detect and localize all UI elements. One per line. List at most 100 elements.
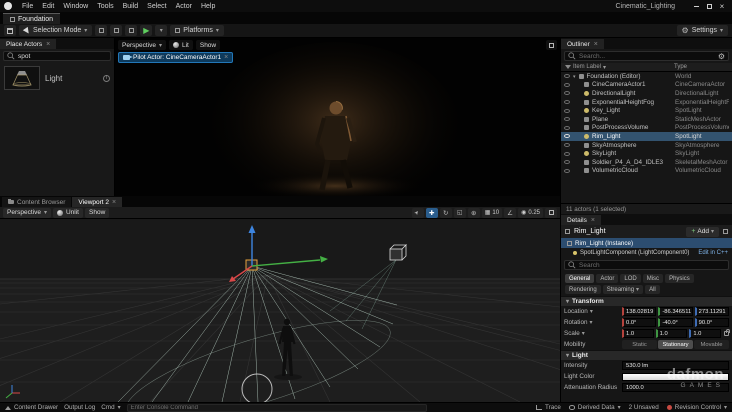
rotation-y-field[interactable]: -40.0° (658, 318, 693, 327)
tab-outliner[interactable]: Outliner (561, 39, 604, 49)
viewport1-lit-button[interactable]: Lit (168, 40, 193, 50)
cinematics-button[interactable] (125, 25, 138, 36)
viewport2-show-button[interactable]: Show (85, 207, 110, 218)
blueprints-button[interactable] (110, 25, 123, 36)
close-icon[interactable] (112, 199, 116, 206)
outliner-row-keylight[interactable]: Key_Light SpotLight (561, 106, 732, 115)
tab-misc[interactable]: Misc (642, 274, 664, 283)
tab-all[interactable]: All (645, 285, 660, 294)
viewport-2[interactable] (0, 219, 560, 402)
move-tool-button[interactable] (425, 207, 438, 218)
outliner-row-postprocess[interactable]: PostProcessVolume PostProcessVolume (561, 124, 732, 133)
viewport2-unlit-button[interactable]: Unlit (52, 207, 83, 218)
visibility-eye-icon[interactable] (564, 134, 570, 139)
outliner-row-foundation[interactable]: Foundation (Editor) World (561, 72, 732, 81)
scale-z-field[interactable]: 1.0 (689, 329, 722, 338)
location-x-field[interactable]: 138.02819 (622, 307, 657, 316)
info-icon[interactable]: i (103, 74, 110, 82)
viewport2-perspective-button[interactable]: Perspective (3, 207, 51, 218)
world-coordinate-button[interactable] (467, 207, 480, 218)
details-search[interactable] (564, 260, 729, 270)
visibility-eye-icon[interactable] (564, 160, 570, 165)
outliner-row-directionallight[interactable]: DirectionalLight DirectionalLight (561, 89, 732, 98)
tab-viewport-2[interactable]: Viewport 2 (72, 197, 123, 207)
component-row[interactable]: SpotLightComponent (LightComponent0) Edi… (561, 248, 732, 258)
outliner-row-soldier[interactable]: Soldier_P4_A_D4_IDLE3 SkeletalMeshActor (561, 158, 732, 167)
viewport2-maximize-button[interactable] (545, 207, 557, 218)
visibility-eye-icon[interactable] (564, 91, 570, 96)
derived-data-button[interactable]: Derived Data (568, 404, 621, 411)
rotation-z-field[interactable]: 90.0° (694, 318, 729, 327)
intensity-field[interactable]: 530.0 lm (622, 361, 729, 370)
camera-speed-button[interactable]: 0.25 (518, 207, 543, 218)
scale-tool-button[interactable] (453, 207, 466, 218)
level-tab-foundation[interactable]: Foundation (3, 13, 61, 24)
menu-edit[interactable]: Edit (38, 3, 58, 10)
scale-label[interactable]: Scale (564, 330, 620, 337)
rotate-tool-button[interactable] (439, 207, 452, 218)
close-button[interactable] (716, 1, 728, 11)
visibility-eye-icon[interactable] (564, 143, 570, 148)
browse-icon[interactable] (723, 229, 728, 234)
column-item-label[interactable]: Item Label (565, 64, 674, 71)
output-log-button[interactable]: Output Log (64, 404, 95, 411)
tab-rendering[interactable]: Rendering (565, 285, 601, 294)
scale-y-field[interactable]: 1.0 (655, 329, 688, 338)
outliner-search[interactable] (564, 51, 729, 61)
platforms-select[interactable]: Platforms (170, 25, 224, 36)
menu-actor[interactable]: Actor (172, 3, 196, 10)
visibility-eye-icon[interactable] (564, 125, 570, 130)
place-actor-light-item[interactable]: Light i (4, 66, 110, 90)
menu-tools[interactable]: Tools (93, 3, 117, 10)
visibility-eye-icon[interactable] (564, 74, 570, 79)
console-command-input[interactable] (130, 404, 423, 411)
outliner-row-skyatmosphere[interactable]: SkyAtmosphere SkyAtmosphere (561, 141, 732, 150)
minimize-button[interactable] (690, 1, 702, 11)
play-button[interactable] (140, 25, 153, 36)
rotation-label[interactable]: Rotation (564, 319, 620, 326)
outliner-settings-icon[interactable] (718, 52, 725, 61)
menu-help[interactable]: Help (197, 3, 219, 10)
settings-button[interactable]: Settings (676, 25, 728, 36)
content-drawer-button[interactable]: Content Drawer (5, 404, 58, 411)
outliner-row-heightfog[interactable]: ExponentialHeightFog ExponentialHeightFo… (561, 98, 732, 107)
viewport-1[interactable]: Perspective Lit Show Pilot Actor: CineCa… (115, 38, 560, 196)
place-actors-search-input[interactable] (18, 52, 107, 60)
save-button[interactable] (4, 25, 16, 36)
close-icon[interactable] (594, 41, 598, 48)
menu-file[interactable]: File (18, 3, 37, 10)
outliner-row-rimlight[interactable]: Rim_Light SpotLight (561, 132, 732, 141)
select-tool-button[interactable] (411, 207, 424, 218)
revision-control-button[interactable]: Revision Control (666, 404, 727, 411)
eject-pilot-icon[interactable] (224, 54, 228, 61)
cmd-select[interactable]: Cmd (101, 404, 120, 411)
console-command-box[interactable] (126, 403, 427, 412)
viewport1-perspective-button[interactable]: Perspective (118, 40, 166, 50)
pilot-actor-bar[interactable]: Pilot Actor: CineCameraActor1 (118, 52, 234, 63)
visibility-eye-icon[interactable] (564, 117, 570, 122)
outliner-row-plane[interactable]: Plane StaticMeshActor (561, 115, 732, 124)
expander-icon[interactable] (573, 73, 576, 80)
lock-icon[interactable] (724, 329, 731, 336)
menu-window[interactable]: Window (59, 3, 92, 10)
visibility-eye-icon[interactable] (564, 82, 570, 87)
light-section-header[interactable]: Light (561, 350, 732, 360)
visibility-eye-icon[interactable] (564, 100, 570, 105)
visibility-eye-icon[interactable] (564, 151, 570, 156)
attenuation-field[interactable]: 1000.0 (622, 383, 729, 392)
tab-content-browser[interactable]: Content Browser (2, 197, 72, 207)
visibility-eye-icon[interactable] (564, 108, 570, 113)
location-label[interactable]: Location (564, 308, 620, 315)
mobility-static-button[interactable]: Static (622, 340, 657, 349)
light-color-swatch[interactable] (622, 372, 729, 381)
mobility-movable-button[interactable]: Movable (694, 340, 729, 349)
grid-snap-button[interactable]: 10 (481, 207, 503, 218)
tab-streaming[interactable]: Streaming (602, 285, 644, 294)
edit-in-cpp-link[interactable]: Edit in C++ (698, 250, 728, 256)
place-actors-search[interactable] (3, 51, 111, 61)
outliner-search-input[interactable] (579, 52, 715, 60)
tab-lod[interactable]: LOD (620, 274, 641, 283)
rotation-x-field[interactable]: 0.0° (622, 318, 657, 327)
editor-mode-select[interactable]: Selection Mode (19, 25, 93, 36)
tab-place-actors[interactable]: Place Actors (0, 39, 57, 49)
